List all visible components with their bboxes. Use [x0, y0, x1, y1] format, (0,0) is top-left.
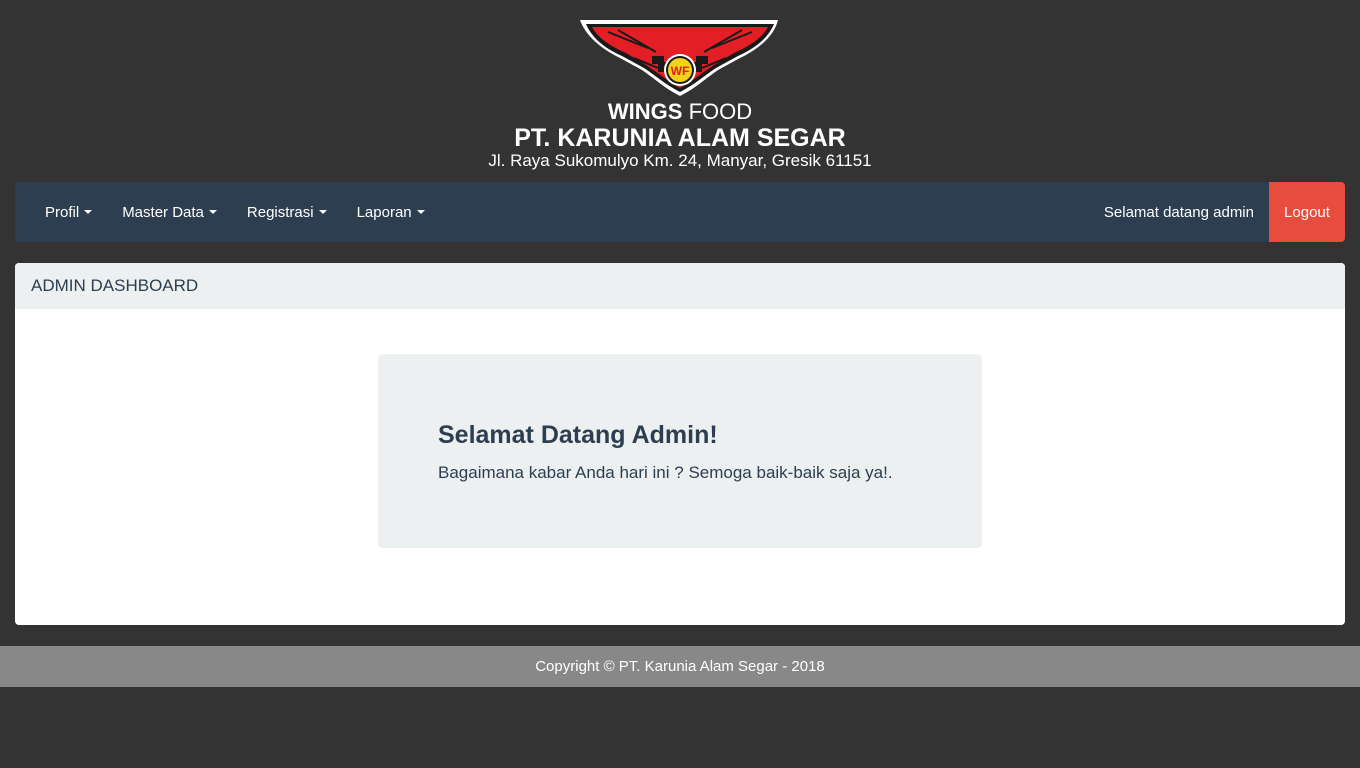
nav-menu: Profil Master Data Registrasi Laporan	[30, 182, 440, 242]
nav-item-label: Laporan	[356, 203, 412, 221]
dashboard-panel: ADMIN DASHBOARD Selamat Datang Admin! Ba…	[15, 263, 1345, 625]
nav-item-label: Master Data	[122, 203, 204, 221]
logo-monogram: WF	[671, 64, 690, 78]
welcome-text: Selamat datang admin	[1103, 203, 1254, 221]
caret-down-icon	[416, 210, 425, 214]
nav-item-registrasi[interactable]: Registrasi	[232, 182, 342, 242]
nav-item-label: Profil	[45, 203, 80, 221]
caret-down-icon	[318, 210, 327, 214]
brand-bold: WINGS	[607, 99, 683, 124]
caret-down-icon	[84, 210, 93, 214]
nav-user-area: Selamat datang admin Logout	[1089, 182, 1345, 242]
site-footer: Copyright © PT. Karunia Alam Segar - 201…	[0, 646, 1360, 687]
nav-item-label: Registrasi	[246, 203, 314, 221]
welcome-jumbotron: Selamat Datang Admin! Bagaimana kabar An…	[378, 354, 982, 548]
caret-down-icon	[208, 210, 217, 214]
site-header: WF WINGS FOOD PT. KARUNIA ALAM SEGAR Jl.…	[0, 0, 1360, 182]
wings-food-logo: WF	[580, 20, 778, 96]
company-address: Jl. Raya Sukomulyo Km. 24, Manyar, Gresi…	[488, 151, 872, 170]
company-name: PT. KARUNIA ALAM SEGAR	[514, 124, 846, 152]
copyright-text: Copyright © PT. Karunia Alam Segar - 201…	[535, 658, 825, 675]
nav-item-profil[interactable]: Profil	[30, 182, 107, 242]
logout-button[interactable]: Logout	[1269, 182, 1345, 242]
main-navbar: Profil Master Data Registrasi Laporan Se…	[15, 182, 1345, 242]
jumbotron-text: Bagaimana kabar Anda hari ini ? Semoga b…	[438, 463, 893, 482]
nav-item-master-data[interactable]: Master Data	[107, 182, 232, 242]
nav-item-laporan[interactable]: Laporan	[342, 182, 440, 242]
brand-light: FOOD	[688, 99, 753, 124]
brand-name: WINGS FOOD	[0, 98, 1360, 126]
panel-heading: ADMIN DASHBOARD	[15, 263, 1345, 309]
jumbotron-title: Selamat Datang Admin!	[438, 421, 718, 449]
